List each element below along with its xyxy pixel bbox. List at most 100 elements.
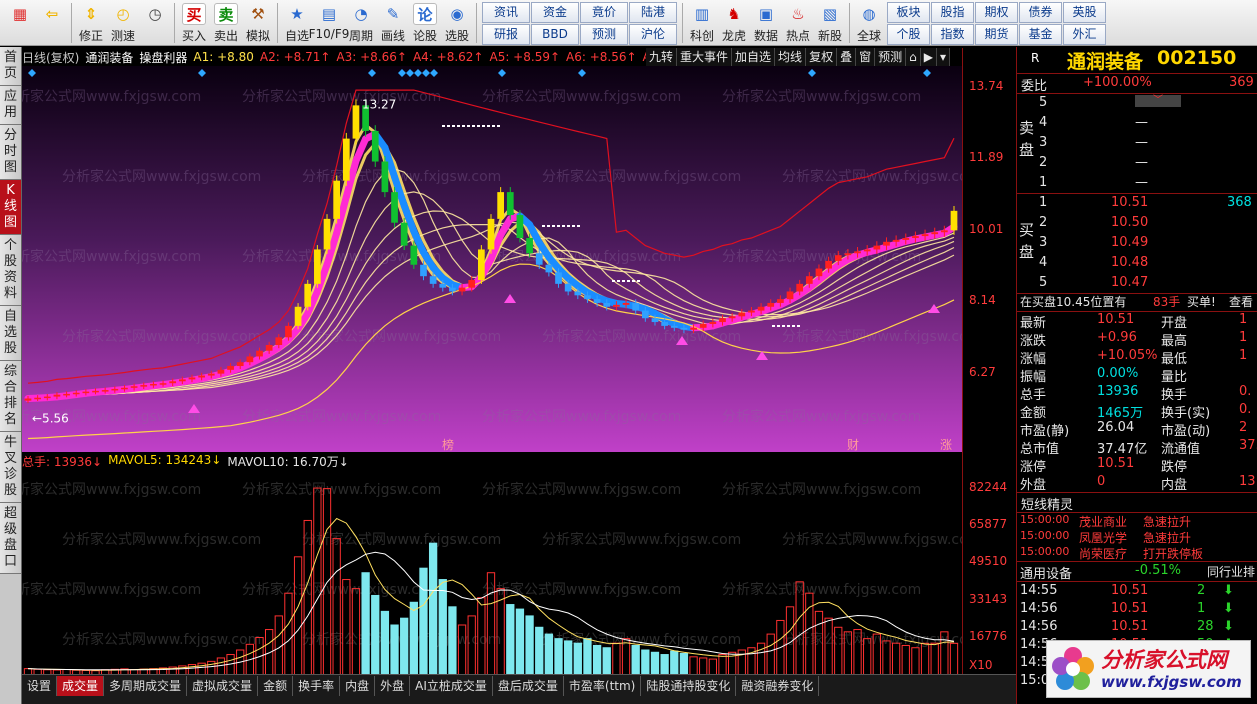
candle-body[interactable] [709,322,717,324]
candle-body[interactable] [24,398,32,401]
market-menu-9[interactable]: 外汇 [1063,24,1106,45]
indicator-tab-5[interactable]: 换手率 [293,676,341,696]
F10/F9-button[interactable]: ▤ F10/F9 [309,0,350,44]
新股-button[interactable]: ▧ 新股 [814,0,846,44]
candle-body[interactable] [535,253,543,265]
candle-body[interactable] [593,299,601,303]
kline-indicator-name[interactable]: 操盘利器 [139,49,187,66]
candle-body[interactable] [410,245,418,265]
indicator-tab-1[interactable]: 成交量 [57,676,105,696]
candle-body[interactable] [670,325,678,328]
volume-bar[interactable] [409,601,418,675]
kline-period-title[interactable]: 日线(复权) [22,49,79,66]
candle-body[interactable] [805,276,813,284]
论股-button[interactable]: 论论股 [409,0,441,44]
windows-grid-icon-button[interactable]: ▦ [4,0,36,44]
candle-body[interactable] [825,260,832,269]
volume-bar[interactable] [380,610,390,675]
candle-body[interactable] [921,234,929,237]
volume-bar[interactable] [428,542,438,675]
candle-body[interactable] [834,255,842,261]
position-alert-view[interactable]: 查看 [1229,293,1253,310]
chart-menu-1[interactable]: 重大事件 [677,48,733,66]
candle-body[interactable] [304,283,312,307]
candle-body[interactable] [613,304,620,307]
candle-body[interactable] [632,302,640,311]
volume-bar[interactable] [670,650,679,675]
测速-button[interactable]: ◴ 测速 [107,0,139,44]
全球-button[interactable]: ◍ 全球 [853,0,885,44]
candle-body[interactable] [815,268,823,277]
short-elf-title[interactable]: 短线精灵 [1021,494,1073,513]
volume-bar[interactable] [371,594,380,675]
candle-body[interactable] [381,161,389,193]
nav-5[interactable]: 自选股 [0,306,21,361]
candle-body[interactable] [342,138,350,181]
candle-body[interactable] [371,130,379,162]
candle-body[interactable] [738,312,746,317]
volume-bar[interactable] [448,606,457,675]
indicator-tab-7[interactable]: 外盘 [375,676,411,696]
volume-bar[interactable] [361,572,370,675]
candle-body[interactable] [555,272,562,284]
arrow-right-icon[interactable]: ▶ [921,48,937,66]
quick-menu-2[interactable]: 竟价 [580,2,628,23]
candle-body[interactable] [352,105,360,139]
volume-bar[interactable] [602,647,611,675]
candle-body[interactable] [63,393,70,396]
candle-body[interactable] [53,394,61,397]
indicator-tab-0[interactable]: 设置 [22,676,58,696]
candle-body[interactable] [844,253,852,256]
candle-body[interactable] [140,385,148,387]
market-menu-0[interactable]: 板块 [887,2,930,23]
chart-menu-6[interactable]: 窗 [856,48,876,66]
volume-bar[interactable] [400,617,409,675]
candle-body[interactable] [641,310,649,319]
volume-bar[interactable] [660,654,669,675]
candle-body[interactable] [477,249,485,281]
candle-body[interactable] [439,283,447,288]
candle-body[interactable] [72,392,80,395]
chart-menu-0[interactable]: 九转 [646,48,678,66]
event-marker-label[interactable]: 财 [847,438,859,452]
修正-button[interactable]: ⇕ 修正 [75,0,107,44]
candle-body[interactable] [506,192,514,216]
back-arrow-icon-button[interactable]: ⇦ [36,0,68,44]
candle-body[interactable] [757,306,765,311]
lock-icon[interactable]: ⌂ [906,48,921,66]
热点-button[interactable]: ♨ 热点 [782,0,814,44]
画线-button[interactable]: ✎ 画线 [377,0,409,44]
candle-body[interactable] [777,299,784,303]
clock-icon-button[interactable]: ◷ [139,0,171,44]
candle-body[interactable] [931,232,939,235]
candle-body[interactable] [516,215,524,238]
indicator-tab-2[interactable]: 多周期成交量 [104,676,188,696]
nav-8[interactable]: 超级盘口 [0,503,21,574]
candle-body[interactable] [294,306,302,326]
candle-body[interactable] [651,318,659,323]
market-menu-6[interactable]: 指数 [931,24,974,45]
candle-body[interactable] [767,302,775,307]
candle-body[interactable] [34,397,42,400]
nav-2[interactable]: 分时图 [0,125,21,180]
candle-body[interactable] [101,390,109,392]
volume-chart[interactable]: 分析家公式网www.fxjgsw.com 分析家公式网www.fxjgsw.com… [22,469,962,675]
candle-body[interactable] [227,366,234,370]
candle-body[interactable] [246,356,254,363]
candle-body[interactable] [458,287,466,292]
candle-body[interactable] [429,276,437,284]
industry-name[interactable]: 通用设备 [1020,563,1072,582]
candle-body[interactable] [400,222,408,246]
volume-bar[interactable] [650,651,660,675]
quick-menu-0[interactable]: 资讯 [482,2,530,23]
chart-menu-4[interactable]: 复权 [806,48,838,66]
market-menu-7[interactable]: 期货 [975,24,1018,45]
candle-body[interactable] [564,283,572,292]
candle-body[interactable] [188,377,196,380]
candle-body[interactable] [236,362,244,367]
candle-body[interactable] [728,316,736,319]
龙虎-button[interactable]: ♞ 龙虎 [718,0,750,44]
nav-3[interactable]: K线图 [0,180,21,235]
market-menu-1[interactable]: 股指 [931,2,974,23]
candle-body[interactable] [854,251,861,254]
